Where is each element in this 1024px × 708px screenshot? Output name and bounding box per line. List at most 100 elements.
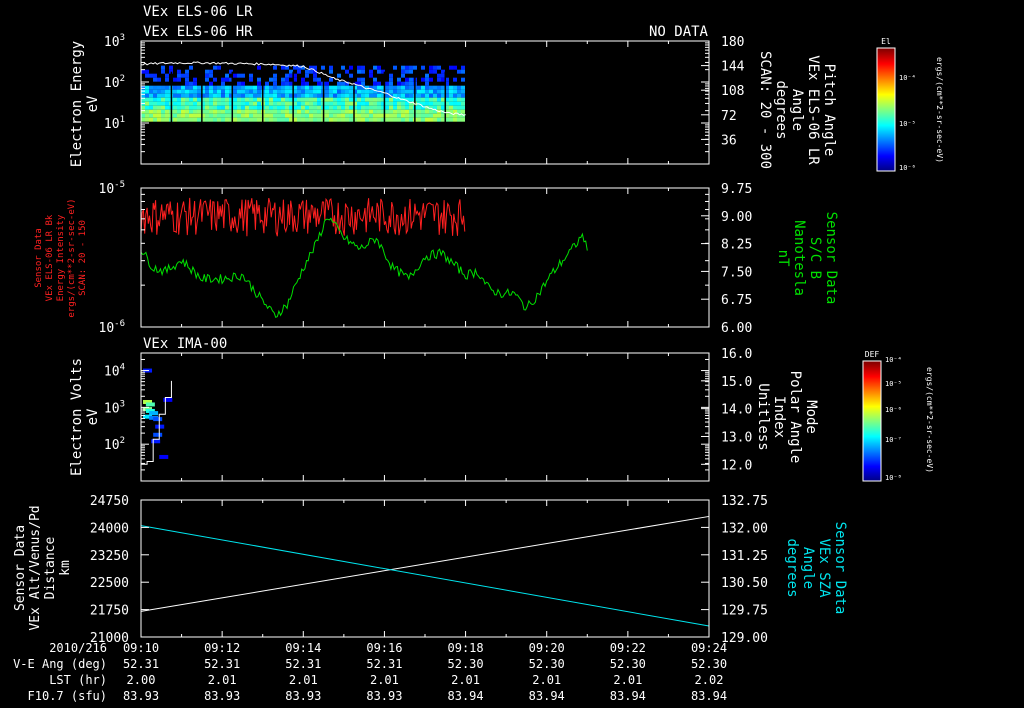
spectrogram-cell <box>453 93 457 98</box>
spectrogram-cell <box>185 97 189 102</box>
spectrogram-cell <box>181 117 185 122</box>
spectrogram-cell <box>349 73 353 78</box>
spectrogram-cell <box>389 109 393 114</box>
spectrogram-cell <box>457 85 461 90</box>
spectrogram-cell <box>421 89 425 94</box>
spectrogram-cell <box>169 65 173 70</box>
spectrogram-cell <box>209 85 213 90</box>
spectrogram-cell <box>189 65 193 70</box>
spectrogram-cell <box>145 93 149 98</box>
spectrogram-cell <box>249 85 253 90</box>
spectrogram-cell <box>221 105 225 110</box>
spectrogram-cell <box>333 109 337 114</box>
spectrogram-cell <box>377 105 381 110</box>
spectrogram-cell <box>213 97 217 102</box>
spectrogram-cell <box>213 89 217 94</box>
spectrogram-cell <box>173 93 177 98</box>
spectrogram-cell <box>265 89 269 94</box>
x-annotation-value: 2.01 <box>370 673 399 687</box>
spectrogram-cell <box>145 109 149 114</box>
spectrogram-cell <box>405 85 409 90</box>
panel-3-ylabel-line: Electron Volts <box>69 358 85 476</box>
spectrogram-cell <box>213 109 217 114</box>
spectrogram-cell <box>301 93 305 98</box>
spectrogram-cell <box>141 117 145 122</box>
spectrogram-cell <box>357 89 361 94</box>
spectrogram-cell <box>151 439 161 444</box>
spectrogram-cell <box>401 89 405 94</box>
spectrogram-cell <box>325 105 329 110</box>
y-tick-label: 102 <box>104 436 125 453</box>
panel-2-ylabel-line: VEx ELS-06 LR Bk <box>45 214 55 301</box>
spectrogram-cell <box>181 105 185 110</box>
spectrogram-cell <box>145 69 149 74</box>
spectrogram-cell <box>305 93 309 98</box>
spectrogram-cell <box>405 93 409 98</box>
spectrogram-cell <box>341 93 345 98</box>
colorbar-2-tick: 10⁻⁸ <box>885 474 902 482</box>
spectrogram-cell <box>325 93 329 98</box>
panel-3-y2label-group: ModePolar AngleIndexUnitless <box>755 371 819 464</box>
spectrogram-cell <box>361 77 365 82</box>
spectrogram-cell <box>393 113 397 118</box>
spectrogram-cell <box>385 109 389 114</box>
spectrogram-cell <box>373 105 377 110</box>
spectrogram-cell <box>313 97 317 102</box>
spectrogram-cell <box>389 97 393 102</box>
x-annotation-value: 2.00 <box>127 673 156 687</box>
panel-1-ylabel-group: Electron Energy eV <box>69 41 101 167</box>
spectrogram-cell <box>241 101 245 106</box>
spectrogram-cell <box>285 113 289 118</box>
spectrogram-cell <box>189 85 193 90</box>
spectrogram-cell <box>433 117 437 122</box>
spectrogram-cell <box>245 113 249 118</box>
spectrogram-cell <box>177 113 181 118</box>
spectrogram-cell <box>209 101 213 106</box>
spectrogram-cell <box>153 73 157 78</box>
spectrogram-cell <box>157 93 161 98</box>
spectrogram-cell <box>161 89 165 94</box>
spectrogram-cell <box>209 69 213 74</box>
spectrogram-cell <box>185 117 189 122</box>
spectrogram-cell <box>205 69 209 74</box>
plot-canvas: 101 102 103 36 72 108 144 180 VEx ELS-06 LR VEx E… <box>13 4 944 703</box>
spectrogram-cell <box>193 113 197 118</box>
spectrogram-cell <box>309 93 313 98</box>
spectrogram-cell <box>433 97 437 102</box>
spectrogram-cell <box>237 85 241 90</box>
y2-tick-label: 6.00 <box>721 321 752 336</box>
spectrogram-cell <box>313 93 317 98</box>
spectrogram-cell <box>429 93 433 98</box>
spectrogram-cell <box>369 113 373 118</box>
spectrogram-cell <box>369 97 373 102</box>
spectrogram-cell <box>441 113 445 118</box>
spectrogram-cell <box>349 97 353 102</box>
spectrogram-cell <box>441 105 445 110</box>
spectrogram-cell <box>301 97 305 102</box>
spectrogram-cell <box>437 89 441 94</box>
spectrogram-cell <box>189 81 193 86</box>
spectrogram-cell <box>297 69 301 74</box>
spectrogram-cell <box>153 113 157 118</box>
spectrogram-cell <box>437 65 441 70</box>
spectrogram-cell <box>361 113 365 118</box>
y-tick-label: 22500 <box>90 576 129 591</box>
panel-4-y2label-line: Sensor Data <box>832 522 848 615</box>
spectrogram-cell <box>341 101 345 106</box>
spectrogram-cell <box>237 93 241 98</box>
spectrogram-cell <box>273 65 277 70</box>
spectrogram-cell <box>173 89 177 94</box>
spectrogram-cell <box>405 117 409 122</box>
spectrogram-cell <box>337 81 341 86</box>
spectrogram-cell <box>437 117 441 122</box>
spectrogram-cell <box>373 113 377 118</box>
spectrogram-cell <box>385 85 389 90</box>
spectrogram-cell <box>209 73 213 78</box>
spectrogram-cell <box>185 101 189 106</box>
spectrogram-cell <box>397 85 401 90</box>
spectrogram-cell <box>285 105 289 110</box>
spectrogram-cell <box>163 397 173 402</box>
spectrogram-cell <box>373 93 377 98</box>
spectrogram-cell <box>425 113 429 118</box>
spectrogram-cell <box>329 101 333 106</box>
